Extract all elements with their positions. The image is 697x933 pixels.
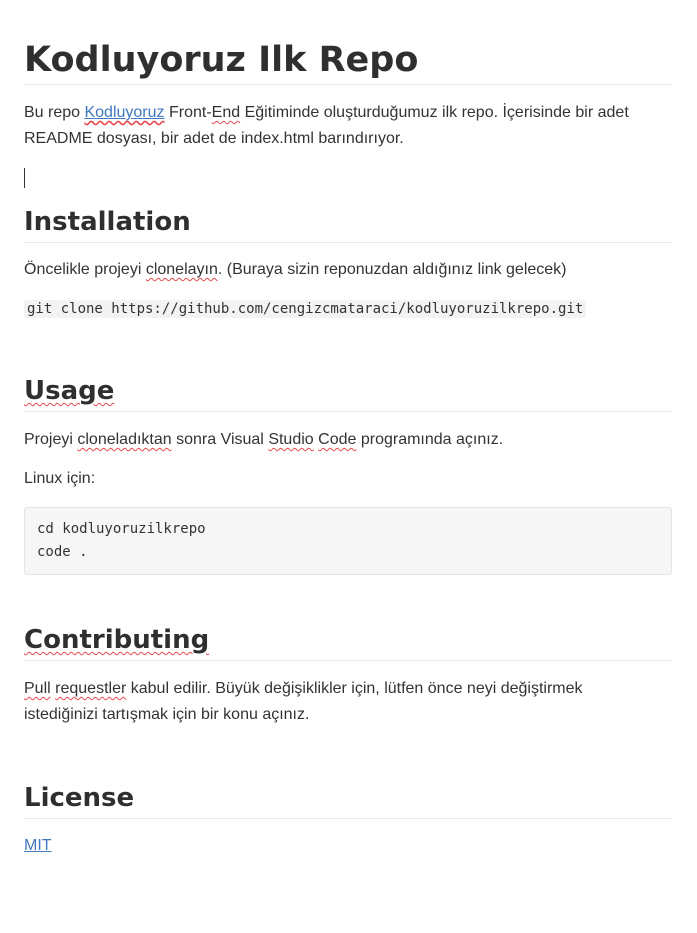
installation-text-c: . (Buraya sizin reponuzdan aldığınız lin… [217,261,567,278]
license-paragraph: MIT [24,833,674,859]
git-clone-command[interactable]: git clone https://github.com/cengizcmata… [24,300,587,318]
mit-license-link[interactable]: MIT [24,837,52,854]
usage-text-b: cloneladıktan [77,431,172,448]
linux-label: Linux için: [24,470,96,487]
contributing-text: Pull requestler kabul edilir. Büyük deği… [24,676,674,728]
installation-heading: Installation [24,207,672,243]
kodluyoruz-link-label: Kodluyoruz [84,104,165,121]
contributing-line-1: kabul edilir. Büyük değişiklikler için, … [126,680,583,697]
usage-heading-text: Usage [24,376,115,406]
usage-text-g: programında açınız. [356,431,504,448]
usage-code-block[interactable]: cd kodluyoruzilkrepo code . [24,507,672,575]
intro-end-word: End [211,104,241,121]
markdown-document: Kodluyoruz Ilk Repo Bu repo Kodluyoruz F… [0,0,697,933]
contributing-heading: Contributing [24,625,672,661]
installation-text-b: clonelayın [145,261,218,278]
installation-text-a: Öncelikle projeyi [24,261,146,278]
usage-text-c: sonra Visual [171,431,269,448]
kodluyoruz-link[interactable]: Kodluyoruz [84,104,164,121]
intro-mid: Front- [164,104,212,121]
contributing-pull: Pull [24,680,51,697]
installation-text: Öncelikle projeyi clonelayın. (Buraya si… [24,257,674,283]
license-heading: License [24,783,672,819]
usage-text-d: Studio [268,431,314,448]
usage-text: Projeyi cloneladıktan sonra Visual Studi… [24,427,674,453]
usage-text-a: Projeyi [24,431,78,448]
contributing-line-2: istediğinizi tartışmak için bir konu açı… [24,706,310,723]
usage-heading: Usage [24,376,672,412]
contributing-heading-text: Contributing [24,625,210,655]
usage-text-f: Code [318,431,357,448]
text-caret [24,168,25,188]
page-title: Kodluyoruz Ilk Repo [24,40,672,85]
intro-rest-2: README dosyası, bir adet de index.html b… [24,130,404,147]
intro-rest-1: Eğitiminde oluşturduğumuz ilk repo. İçer… [240,104,629,121]
intro-paragraph: Bu repo Kodluyoruz Front-End Eğitiminde … [24,100,674,152]
contributing-requestler: requestler [55,680,127,697]
intro-prefix: Bu repo [24,104,85,121]
